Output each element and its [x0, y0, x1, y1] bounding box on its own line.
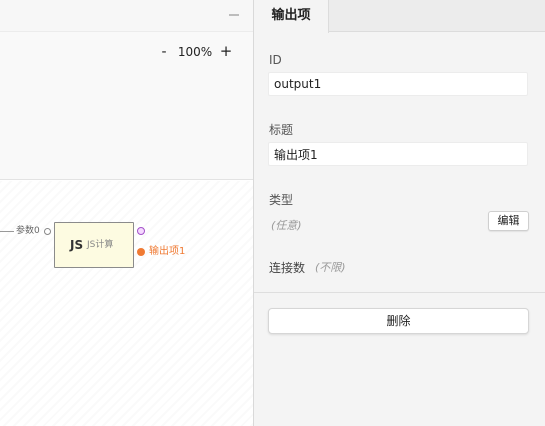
graph-canvas[interactable]: - 100% + 参数0 JS JS计算 输出项1: [0, 0, 253, 426]
js-badge: JS: [70, 238, 84, 252]
tab-output-item[interactable]: 输出项: [254, 0, 329, 33]
edit-type-button[interactable]: 编辑: [488, 211, 529, 231]
graph-area[interactable]: 参数0 JS JS计算 输出项1: [0, 181, 253, 426]
node-title: JS计算: [87, 240, 114, 250]
title-field[interactable]: [268, 142, 528, 166]
delete-button[interactable]: 删除: [268, 308, 529, 334]
js-compute-node[interactable]: JS JS计算: [54, 222, 134, 268]
connections-value: (不限): [315, 261, 346, 274]
editor-window: - 100% + 参数0 JS JS计算 输出项1 输出项 ID 标题 类型 (…: [0, 0, 545, 426]
input-connection-line: [0, 231, 14, 232]
output-port-label: 输出项1: [149, 246, 186, 257]
zoom-level: 100%: [177, 45, 213, 59]
minimize-icon[interactable]: [229, 14, 239, 16]
id-label: ID: [269, 53, 282, 67]
output-port[interactable]: [137, 248, 145, 256]
input-port-label: 参数0: [16, 226, 40, 236]
id-field[interactable]: [268, 72, 528, 96]
type-value: (任意): [271, 219, 302, 232]
input-port[interactable]: [44, 228, 51, 235]
properties-panel: 输出项 ID 标题 类型 (任意) 编辑 连接数 (不限) 删除: [253, 0, 545, 426]
connections-label: 连接数: [269, 261, 306, 275]
output-port-selected[interactable]: [137, 227, 145, 235]
zoom-toolbar: - 100% +: [0, 32, 253, 180]
zoom-in-button[interactable]: +: [219, 43, 233, 59]
title-label: 标题: [269, 123, 294, 137]
divider: [254, 292, 545, 293]
canvas-toolbar: [0, 0, 253, 32]
type-label: 类型: [269, 193, 294, 207]
panel-tabbar: 输出项: [254, 0, 545, 33]
zoom-out-button[interactable]: -: [157, 44, 171, 60]
